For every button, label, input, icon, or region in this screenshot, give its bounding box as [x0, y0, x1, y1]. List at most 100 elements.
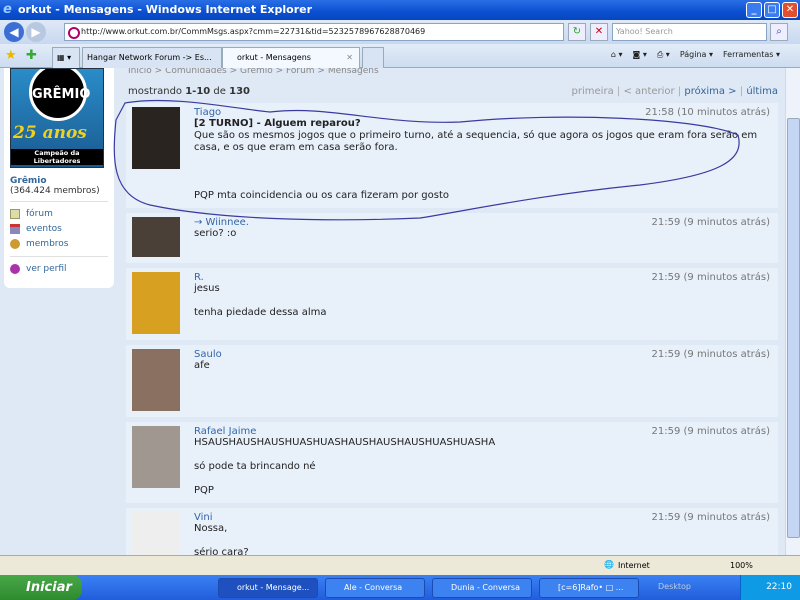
- taskbar-item-dunia[interactable]: Dunia - Conversa: [432, 578, 532, 598]
- author-avatar[interactable]: [132, 512, 180, 555]
- message-line: PQP: [194, 485, 214, 496]
- community-name[interactable]: Grêmio: [10, 176, 108, 186]
- pagination: mostrando 1-10 de 130 primeira | < anter…: [128, 86, 778, 97]
- taskbar-item-ale[interactable]: Ale - Conversa: [325, 578, 425, 598]
- message-line: [194, 473, 772, 485]
- page-menu[interactable]: Página ▾: [680, 50, 713, 60]
- taskbar-item-orkut[interactable]: orkut - Mensage...: [218, 578, 318, 598]
- tab-orkut[interactable]: orkut - Mensagens ✕: [222, 47, 360, 68]
- message-line: Nossa,: [194, 523, 228, 534]
- refresh-button[interactable]: ↻: [568, 23, 586, 41]
- vertical-scrollbar[interactable]: [785, 68, 800, 555]
- next-page-link[interactable]: próxima >: [684, 86, 736, 97]
- message-item: Rafael Jaime 21:59 (9 minutos atrás) HSAUS…: [126, 422, 778, 503]
- message-item: Saulo 21:59 (9 minutos atrás) afe: [126, 345, 778, 417]
- message-line: [194, 535, 772, 547]
- author-avatar[interactable]: [132, 107, 180, 169]
- message-line: PQP mta coincidencia ou os cara fizeram …: [194, 190, 450, 201]
- message-line: jesus: [194, 283, 220, 294]
- taskbar: Iniciar orkut - Mensage... Ale - Convers…: [0, 575, 800, 600]
- message-item: Tiago 21:58 (10 minutos atrás) [2 TURNO] -…: [126, 103, 778, 208]
- forum-icon: [10, 208, 20, 219]
- message-line: [194, 154, 772, 166]
- tab-label: orkut - Mensagens: [237, 53, 311, 62]
- message-time: 21:59 (9 minutos atrás): [651, 426, 770, 437]
- window-title: orkut - Mensagens - Windows Internet Exp…: [18, 3, 313, 16]
- title-bar: e orkut - Mensagens - Windows Internet E…: [0, 0, 800, 20]
- message-line: [194, 449, 772, 461]
- tab-bar: ★ ✚ ▦ ▾ Hangar Network Forum -> Es... or…: [0, 44, 800, 68]
- forward-button[interactable]: ▶: [26, 22, 46, 42]
- message-line: Que são os mesmos jogos que o primeiro t…: [194, 130, 758, 153]
- tools-menu[interactable]: Ferramentas ▾: [723, 50, 780, 60]
- sidebar-item-profile[interactable]: ver perfil: [10, 261, 108, 276]
- author-avatar[interactable]: [132, 349, 180, 411]
- community-sidebar: GRÊMIO 25 anos Campeão da Libertadores G…: [4, 68, 114, 288]
- desktop-toolbar[interactable]: Desktop: [658, 582, 691, 591]
- page-content: GRÊMIO 25 anos Campeão da Libertadores G…: [0, 68, 785, 555]
- back-button[interactable]: ◀: [4, 22, 24, 42]
- search-icon[interactable]: ⌕: [770, 23, 788, 41]
- address-toolbar: ◀ ▶ http://www.orkut.com.br/CommMsgs.asp…: [0, 20, 800, 44]
- address-input[interactable]: http://www.orkut.com.br/CommMsgs.aspx?cm…: [64, 23, 564, 41]
- minimize-button[interactable]: _: [746, 2, 762, 18]
- message-line: só pode ta brincando né: [194, 461, 316, 472]
- home-icon[interactable]: ⌂ ▾: [611, 50, 623, 60]
- quick-tabs-button[interactable]: ▦ ▾: [52, 47, 80, 68]
- message-line: [194, 166, 772, 178]
- message-line: sério cara?: [194, 547, 249, 555]
- first-page-link[interactable]: primeira: [572, 86, 614, 97]
- zoom-level[interactable]: 100%: [730, 561, 753, 570]
- message-line: HSAUSHAUSHAUSHUASHUASHAUSHAUSHAUSHUASHUA…: [194, 437, 496, 448]
- add-favorite-icon[interactable]: ✚: [26, 48, 37, 63]
- members-icon: [10, 238, 20, 249]
- message-item: Vini 21:59 (9 minutos atrás) Nossa, sério c…: [126, 508, 778, 555]
- system-tray: 22:10: [740, 575, 800, 600]
- last-page-link[interactable]: última: [746, 86, 778, 97]
- message-line: tenha piedade dessa alma: [194, 307, 327, 318]
- tab-hangar[interactable]: Hangar Network Forum -> Es...: [82, 47, 222, 68]
- feeds-icon[interactable]: ◙ ▾: [633, 50, 647, 60]
- message-time: 21:59 (9 minutos atrás): [651, 272, 770, 283]
- taskbar-item-rafo[interactable]: [c=6]Rafo• □ ...: [539, 578, 639, 598]
- message-list: Tiago 21:58 (10 minutos atrás) [2 TURNO] -…: [126, 103, 778, 555]
- calendar-icon: [10, 223, 20, 234]
- message-item: → Wiinnee. 21:59 (9 minutos atrás) serio? …: [126, 213, 778, 263]
- breadcrumb[interactable]: Início > Comunidades > Grêmio > Fórum > …: [128, 68, 379, 76]
- message-item: R. 21:59 (9 minutos atrás) jesus tenha pied…: [126, 268, 778, 340]
- stop-button[interactable]: ✕: [590, 23, 608, 41]
- close-tab-icon[interactable]: ✕: [346, 48, 353, 68]
- author-avatar[interactable]: [132, 217, 180, 257]
- search-input[interactable]: Yahoo! Search: [612, 23, 767, 41]
- profile-icon: [10, 263, 20, 274]
- message-line: [194, 295, 772, 307]
- message-line: [194, 178, 772, 190]
- member-count: (364.424 membros): [10, 186, 100, 196]
- community-logo: GRÊMIO 25 anos Campeão da Libertadores: [10, 68, 104, 168]
- close-button[interactable]: ✕: [782, 2, 798, 18]
- maximize-button[interactable]: □: [764, 2, 780, 18]
- message-line: serio? :o: [194, 228, 237, 239]
- topic-title: [2 TURNO] - Alguem reparou?: [194, 118, 361, 129]
- message-time: 21:58 (10 minutos atrás): [645, 107, 770, 118]
- clock: 22:10: [766, 582, 792, 592]
- favorites-star-icon[interactable]: ★: [5, 48, 17, 63]
- sidebar-item-members[interactable]: membros: [10, 236, 108, 251]
- print-icon[interactable]: ⎙ ▾: [657, 50, 670, 60]
- message-time: 21:59 (9 minutos atrás): [651, 512, 770, 523]
- scrollbar-thumb[interactable]: [787, 118, 800, 538]
- start-button[interactable]: Iniciar: [0, 575, 82, 600]
- message-time: 21:59 (9 minutos atrás): [651, 349, 770, 360]
- globe-icon: 🌐: [604, 560, 614, 569]
- author-avatar[interactable]: [132, 426, 180, 488]
- zone-label: Internet: [618, 561, 650, 570]
- ie-icon: e: [3, 2, 12, 17]
- sidebar-item-forum[interactable]: fórum: [10, 206, 108, 221]
- message-time: 21:59 (9 minutos atrás): [651, 217, 770, 228]
- author-avatar[interactable]: [132, 272, 180, 334]
- message-line: afe: [194, 360, 210, 371]
- status-bar: 🌐 Internet 100%: [0, 555, 800, 575]
- sidebar-item-events[interactable]: eventos: [10, 221, 108, 236]
- prev-page-link[interactable]: < anterior: [623, 86, 674, 97]
- new-tab-button[interactable]: [362, 47, 384, 68]
